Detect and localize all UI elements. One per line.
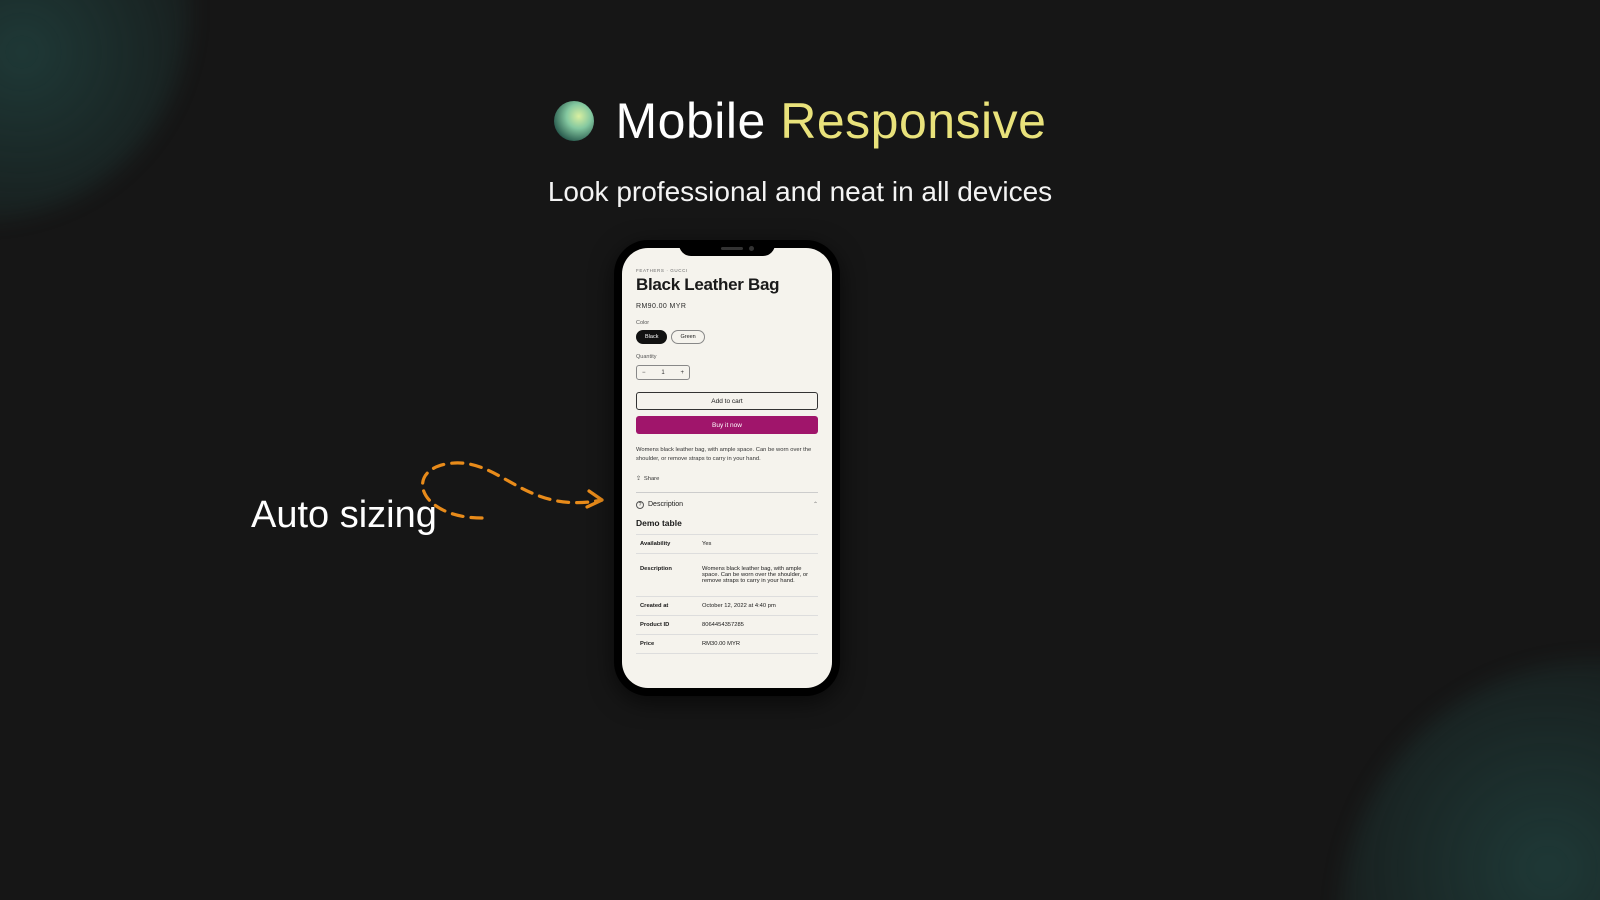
title-word-1: Mobile: [616, 93, 766, 149]
phone-notch: [679, 240, 775, 256]
cell-key: Created at: [636, 596, 698, 615]
color-swatches: Black Green: [636, 330, 818, 344]
qty-plus[interactable]: +: [680, 370, 684, 376]
bg-glow-bottom-right: [1340, 660, 1600, 900]
heading-block: Mobile Responsive Look professional and …: [0, 92, 1600, 208]
question-icon: ?: [636, 501, 644, 509]
cell-key: Description: [636, 553, 698, 596]
share-button[interactable]: ⇪ Share: [636, 476, 818, 482]
phone-screen: FEATHERS · GUCCI Black Leather Bag RM90.…: [622, 248, 832, 688]
accordion-title: Description: [648, 501, 683, 508]
qty-minus[interactable]: −: [642, 370, 646, 376]
swatch-green[interactable]: Green: [671, 330, 704, 344]
cell-key: Price: [636, 634, 698, 653]
page-title: Mobile Responsive: [616, 92, 1047, 150]
demo-table-title: Demo table: [636, 518, 818, 528]
product-description: Womens black leather bag, with ample spa…: [636, 446, 818, 464]
share-icon: ⇪: [636, 476, 641, 482]
table-row: Product ID 8064454357285: [636, 615, 818, 634]
demo-table: Availability Yes Description Womens blac…: [636, 534, 818, 654]
table-row: Description Womens black leather bag, wi…: [636, 553, 818, 596]
cell-val: Womens black leather bag, with ample spa…: [698, 553, 818, 596]
title-word-2: Responsive: [780, 93, 1046, 149]
description-accordion[interactable]: ? Description ⌃: [636, 492, 818, 517]
product-page: FEATHERS · GUCCI Black Leather Bag RM90.…: [622, 248, 832, 654]
page-subtitle: Look professional and neat in all device…: [0, 176, 1600, 208]
buy-now-button[interactable]: Buy it now: [636, 416, 818, 434]
product-title: Black Leather Bag: [636, 275, 818, 295]
cell-val: 8064454357285: [698, 615, 818, 634]
table-row: Price RM30.00 MYR: [636, 634, 818, 653]
quantity-stepper[interactable]: − 1 +: [636, 365, 690, 380]
breadcrumb: FEATHERS · GUCCI: [636, 268, 818, 273]
callout-auto-sizing: Auto sizing: [251, 494, 437, 537]
logo-dot-icon: [554, 101, 594, 141]
cell-val: RM30.00 MYR: [698, 634, 818, 653]
product-price: RM90.00 MYR: [636, 303, 818, 310]
phone-frame: FEATHERS · GUCCI Black Leather Bag RM90.…: [614, 240, 840, 696]
quantity-label: Quantity: [636, 354, 818, 360]
color-label: Color: [636, 320, 818, 326]
share-label: Share: [644, 476, 659, 482]
add-to-cart-button[interactable]: Add to cart: [636, 392, 818, 410]
table-row: Created at October 12, 2022 at 4:40 pm: [636, 596, 818, 615]
swatch-black[interactable]: Black: [636, 330, 667, 344]
cell-key: Availability: [636, 534, 698, 553]
chevron-up-icon: ⌃: [813, 501, 818, 508]
cell-val: Yes: [698, 534, 818, 553]
cell-val: October 12, 2022 at 4:40 pm: [698, 596, 818, 615]
table-row: Availability Yes: [636, 534, 818, 553]
cell-key: Product ID: [636, 615, 698, 634]
qty-value: 1: [661, 370, 664, 376]
